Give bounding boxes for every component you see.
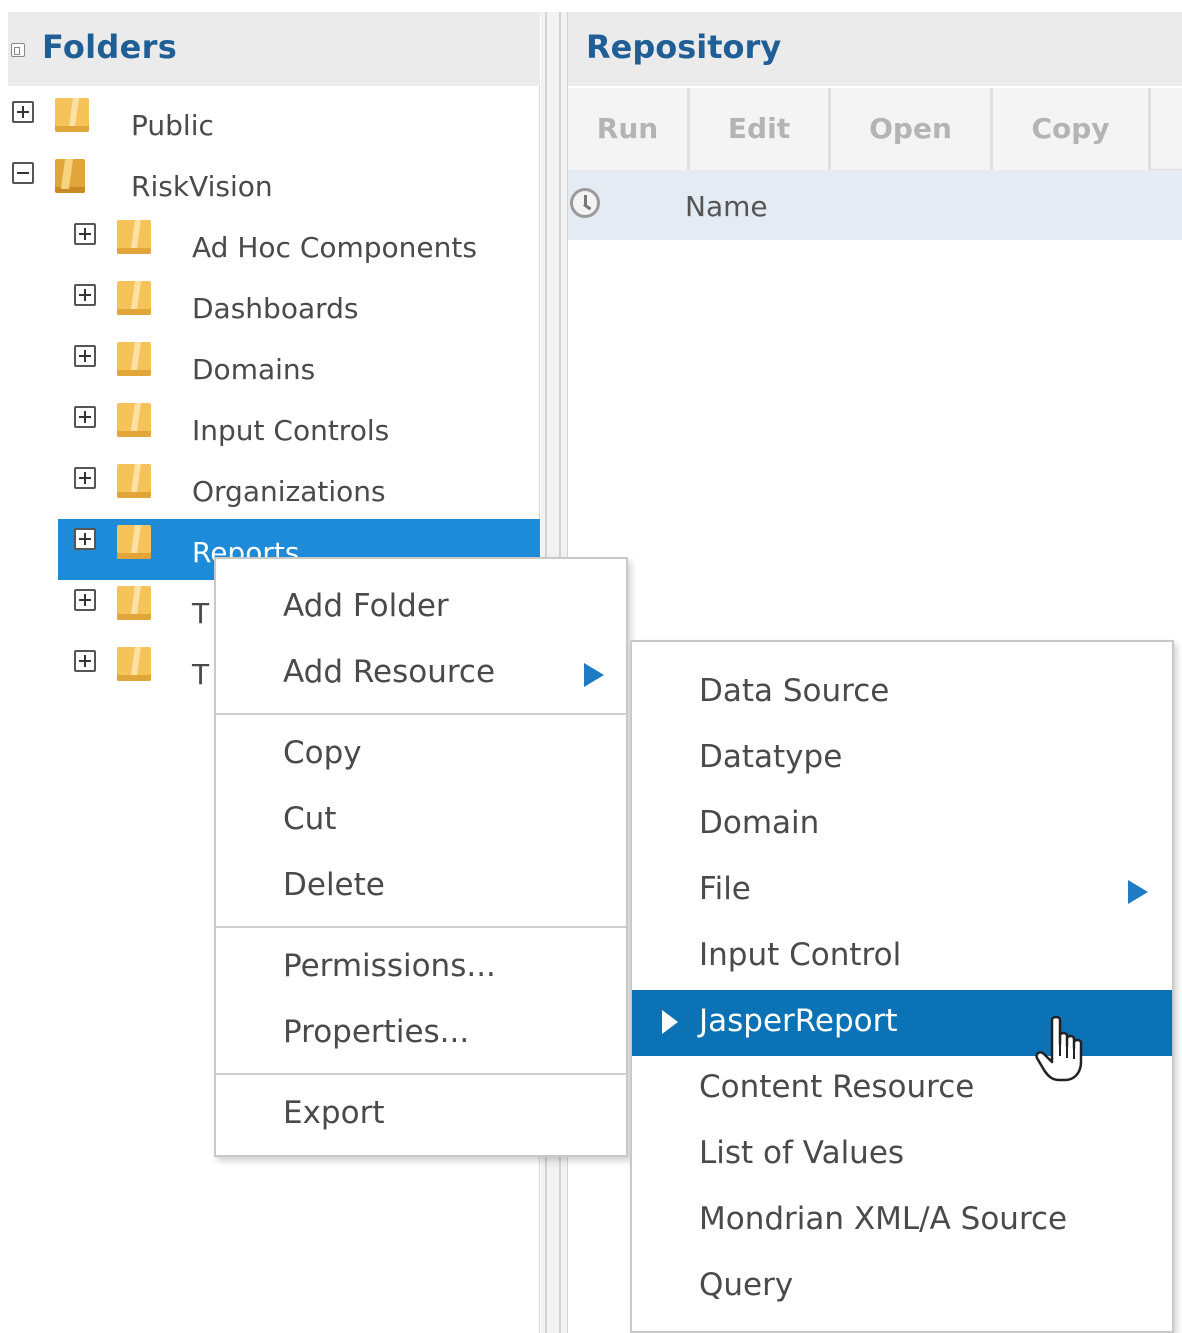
tree-item-label: Domains: [192, 353, 316, 386]
menu-item-label: Export: [283, 1095, 385, 1131]
tree-item-label: Dashboards: [192, 292, 359, 325]
tree-item-public[interactable]: Public: [8, 92, 540, 153]
menu-item-properties[interactable]: Properties...: [216, 1001, 626, 1067]
collapse-icon[interactable]: [12, 162, 34, 184]
menu-item-label: Add Resource: [283, 654, 496, 690]
menu-item-delete[interactable]: Delete: [216, 854, 626, 920]
menu-item-label: Copy: [283, 735, 362, 771]
tree-item-organizations[interactable]: Organizations: [58, 458, 540, 519]
open-folder-icon: [55, 159, 85, 193]
tree-item-label: Public: [131, 109, 214, 142]
run-button[interactable]: Run: [568, 88, 690, 170]
tree-item-domains[interactable]: Domains: [58, 336, 540, 397]
tree-item-input-controls[interactable]: Input Controls: [58, 397, 540, 458]
expand-icon[interactable]: [12, 101, 34, 123]
menu-item-input-control[interactable]: Input Control: [632, 924, 1172, 990]
tree-item-label: RiskVision: [131, 170, 273, 203]
folder-icon: [117, 586, 151, 620]
menu-item-file[interactable]: File: [632, 858, 1172, 924]
tree-item-riskvision[interactable]: RiskVision: [8, 153, 540, 214]
tree-item-label: Ad Hoc Components: [192, 231, 477, 264]
resource-list-header: Name: [568, 170, 1182, 240]
menu-item-domain[interactable]: Domain: [632, 792, 1172, 858]
copy-button[interactable]: Copy: [993, 88, 1151, 170]
menu-item-label: Properties...: [283, 1014, 470, 1050]
edit-button[interactable]: Edit: [690, 88, 831, 170]
expand-icon[interactable]: [74, 589, 96, 611]
menu-item-label: Delete: [283, 867, 385, 903]
menu-item-datatype[interactable]: Datatype: [632, 726, 1172, 792]
menu-item-permissions[interactable]: Permissions...: [216, 935, 626, 1001]
submenu-arrow-icon: [1128, 880, 1148, 904]
menu-item-label: Input Control: [699, 937, 902, 973]
panel-collapse-icon[interactable]: [11, 43, 25, 57]
menu-item-label: Add Folder: [283, 588, 449, 624]
folder-icon: [117, 281, 151, 315]
menu-item-label: Domain: [699, 805, 820, 841]
expand-icon[interactable]: [74, 284, 96, 306]
expand-icon[interactable]: [74, 650, 96, 672]
hand-pointer-cursor-icon: [1035, 1015, 1083, 1082]
column-name-header[interactable]: Name: [685, 190, 768, 223]
folder-icon: [55, 98, 89, 132]
folder-icon: [117, 220, 151, 254]
open-button[interactable]: Open: [831, 88, 993, 170]
tree-item-ad-hoc-components[interactable]: Ad Hoc Components: [58, 214, 540, 275]
expand-icon[interactable]: [74, 223, 96, 245]
menu-item-label: Datatype: [699, 739, 843, 775]
menu-item-label: JasperReport: [699, 1003, 898, 1039]
tree-item-label: Organizations: [192, 475, 386, 508]
tree-item-label: T: [192, 658, 210, 691]
tree-item-dashboards[interactable]: Dashboards: [58, 275, 540, 336]
menu-item-list-of-values[interactable]: List of Values: [632, 1122, 1172, 1188]
menu-item-mondrian-xmla-source[interactable]: Mondrian XML/A Source: [632, 1188, 1172, 1254]
folder-icon: [117, 342, 151, 376]
folders-header: Folders: [8, 12, 540, 86]
clock-icon[interactable]: [570, 188, 600, 218]
expand-icon[interactable]: [74, 406, 96, 428]
repository-toolbar: Run Edit Open Copy: [568, 88, 1182, 170]
expand-icon[interactable]: [74, 467, 96, 489]
menu-item-label: List of Values: [699, 1135, 905, 1171]
repository-header: Repository: [568, 12, 1182, 86]
folder-context-menu: Add Folder Add Resource Copy Cut Delete …: [214, 557, 628, 1157]
menu-item-cut[interactable]: Cut: [216, 788, 626, 854]
menu-item-label: Permissions...: [283, 948, 496, 984]
menu-item-export[interactable]: Export: [216, 1082, 626, 1148]
menu-item-label: Data Source: [699, 673, 890, 709]
tree-item-label: T: [192, 597, 210, 630]
repository-title: Repository: [586, 28, 782, 66]
add-resource-submenu: Data Source Datatype Domain File Input C…: [630, 640, 1174, 1333]
folders-title: Folders: [42, 28, 178, 66]
folder-icon: [117, 464, 151, 498]
tree-item-label: Input Controls: [192, 414, 390, 447]
expand-icon[interactable]: [74, 345, 96, 367]
menu-item-label: Query: [699, 1267, 794, 1303]
folder-icon: [117, 403, 151, 437]
folder-icon: [117, 525, 151, 559]
menu-separator: [216, 713, 626, 715]
menu-item-label: File: [699, 871, 751, 907]
menu-separator: [216, 926, 626, 928]
menu-item-label: Mondrian XML/A Source: [699, 1201, 1068, 1237]
menu-separator: [216, 1073, 626, 1075]
selection-arrow-icon: [662, 1010, 678, 1034]
menu-item-query[interactable]: Query: [632, 1254, 1172, 1320]
menu-item-add-resource[interactable]: Add Resource: [216, 641, 626, 707]
folder-icon: [117, 647, 151, 681]
menu-item-label: Cut: [283, 801, 337, 837]
menu-item-label: Content Resource: [699, 1069, 975, 1105]
menu-item-copy[interactable]: Copy: [216, 722, 626, 788]
menu-item-add-folder[interactable]: Add Folder: [216, 575, 626, 641]
expand-icon[interactable]: [74, 528, 96, 550]
submenu-arrow-icon: [584, 663, 604, 687]
menu-item-data-source[interactable]: Data Source: [632, 660, 1172, 726]
